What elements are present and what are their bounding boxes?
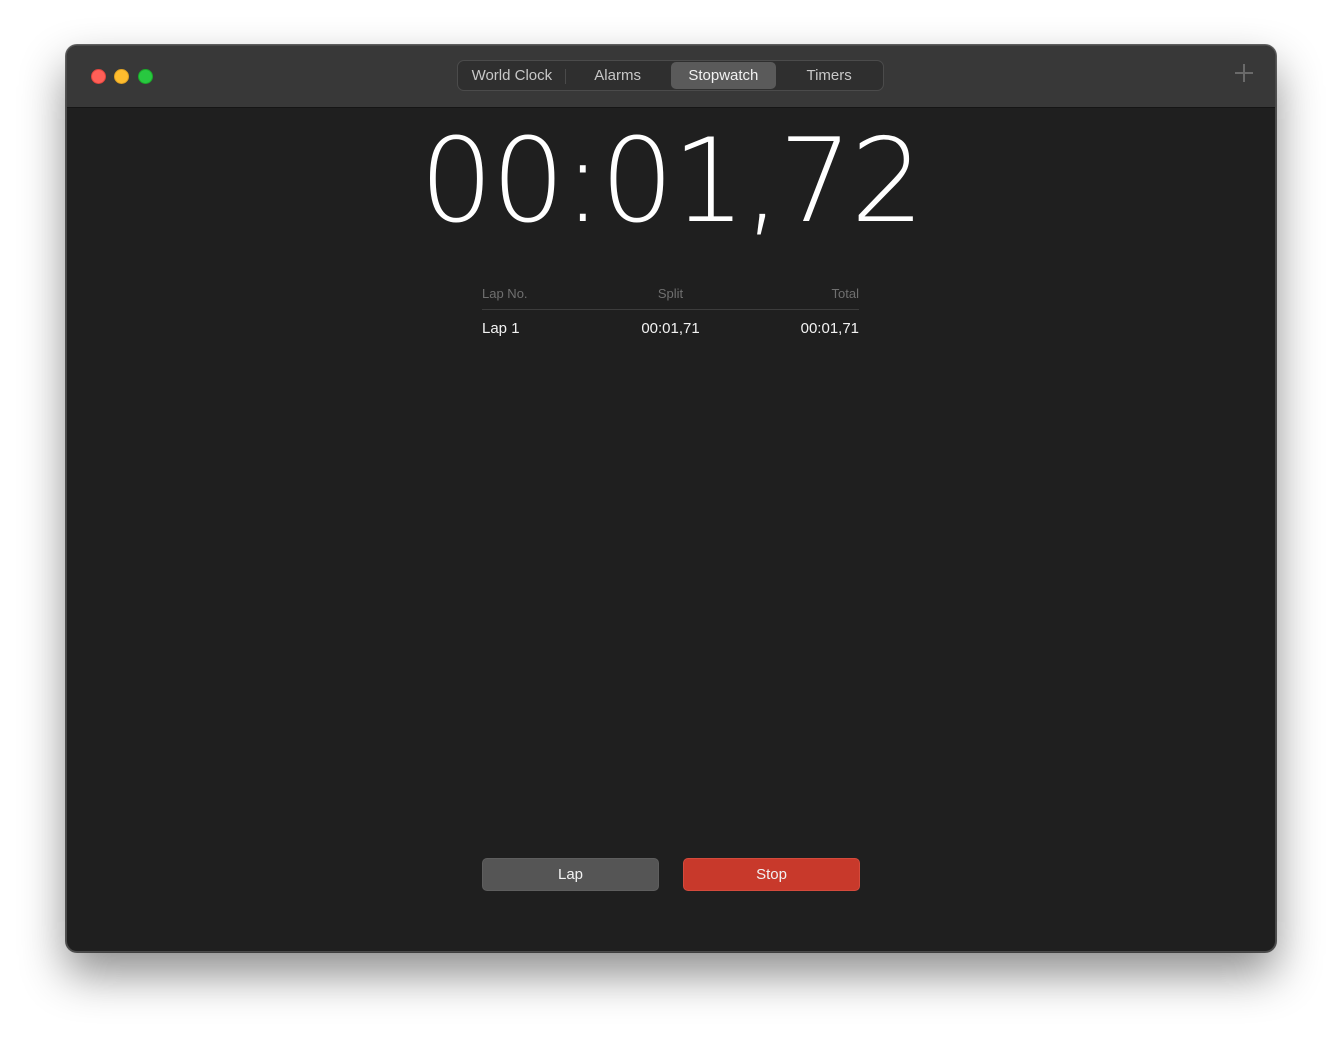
lap-button[interactable]: Lap [482, 858, 659, 891]
laps-table: Lap No. Split Total Lap 1 00:01,71 00:01… [482, 286, 859, 337]
minimize-window-button[interactable] [114, 69, 129, 84]
elapsed-time: 00:01,72 [419, 114, 925, 249]
plus-icon[interactable] [1235, 64, 1253, 82]
lap-number: Lap 1 [482, 320, 520, 337]
tab-world-clock[interactable]: World Clock [459, 62, 565, 89]
title-bar: World Clock Alarms Stopwatch Timers [67, 46, 1275, 108]
lap-total: 00:01,71 [800, 320, 860, 337]
tab-timers[interactable]: Timers [776, 62, 882, 89]
zoom-window-button[interactable] [138, 69, 153, 84]
total-header: Total [831, 286, 860, 301]
split-header: Split [657, 286, 684, 301]
close-window-button[interactable] [91, 69, 106, 84]
lap-split: 00:01,71 [641, 320, 700, 337]
tab-alarms[interactable]: Alarms [564, 62, 671, 89]
table-row: Lap 1 00:01,71 00:01,71 [482, 310, 859, 337]
lap-no-header: Lap No. [482, 286, 528, 301]
tab-stopwatch[interactable]: Stopwatch [670, 62, 777, 89]
laps-header: Lap No. Split Total [482, 286, 859, 310]
view-tabs: World Clock Alarms Stopwatch Timers [457, 60, 884, 91]
clock-window: World Clock Alarms Stopwatch Timers 00:0… [66, 45, 1276, 952]
stop-button[interactable]: Stop [683, 858, 860, 891]
